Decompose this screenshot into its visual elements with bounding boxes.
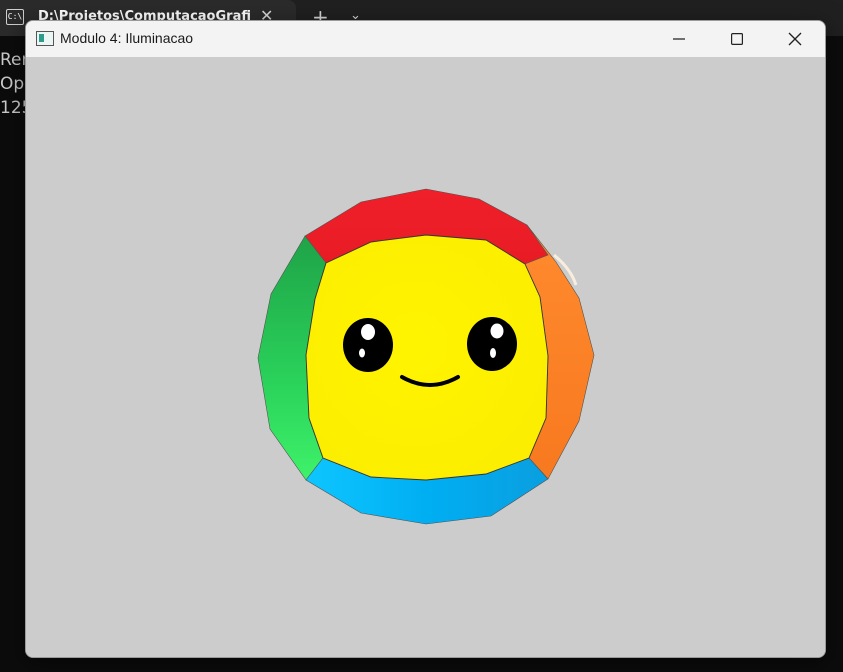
right-eye-highlight bbox=[490, 323, 504, 339]
close-button[interactable] bbox=[766, 21, 824, 57]
left-eye-highlight-small bbox=[359, 348, 365, 358]
app-window: Modulo 4: Iluminacao bbox=[25, 20, 826, 658]
window-title: Modulo 4: Iluminacao bbox=[60, 30, 194, 46]
close-icon bbox=[788, 32, 802, 46]
lit-cube-scene bbox=[257, 188, 595, 525]
maximize-icon bbox=[731, 33, 743, 45]
maximize-button[interactable] bbox=[708, 21, 766, 57]
app-icon bbox=[36, 31, 54, 46]
render-viewport[interactable] bbox=[26, 57, 825, 657]
title-bar[interactable]: Modulo 4: Iluminacao bbox=[26, 21, 825, 57]
terminal-icon: C:\ bbox=[6, 9, 24, 25]
right-eye-highlight-small bbox=[490, 348, 496, 358]
minimize-button[interactable] bbox=[650, 21, 708, 57]
right-eye bbox=[467, 317, 517, 371]
left-eye-highlight bbox=[361, 324, 375, 340]
minimize-icon bbox=[673, 38, 685, 40]
